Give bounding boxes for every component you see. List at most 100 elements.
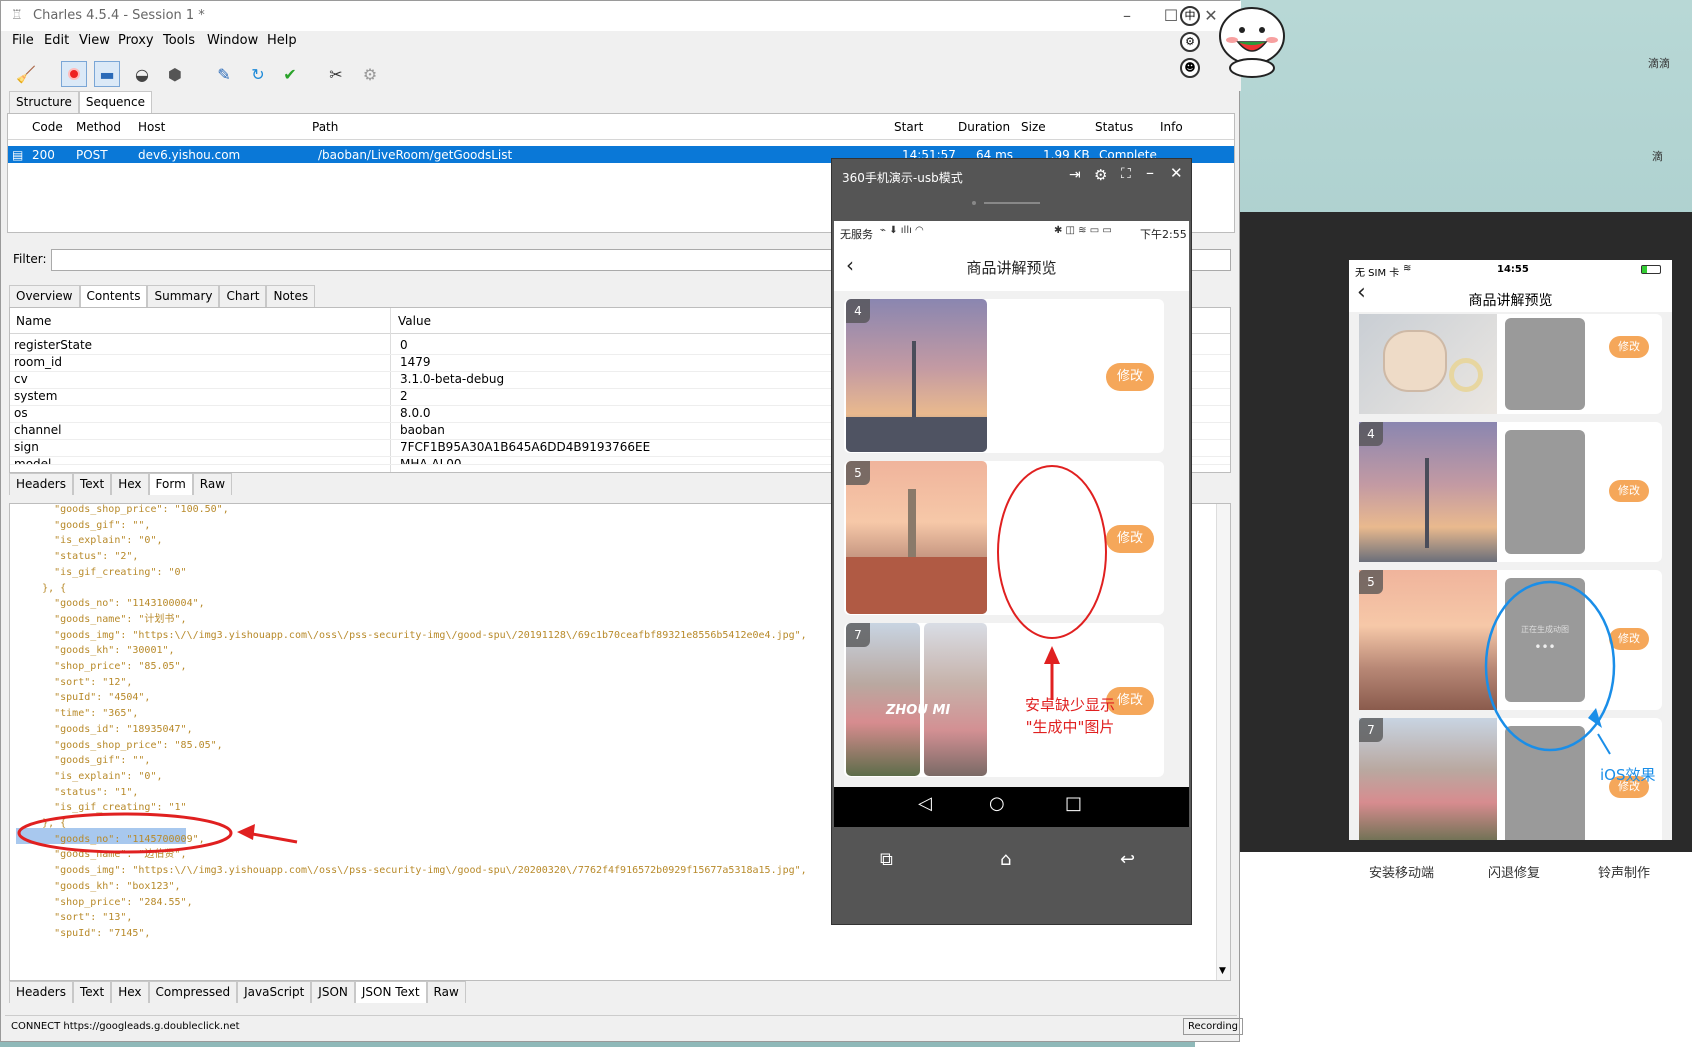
skyline-shape <box>846 417 987 452</box>
col-duration[interactable]: Duration <box>958 120 1010 134</box>
ime-settings-icon[interactable]: ⚙ <box>1180 32 1200 52</box>
menu-view[interactable]: View <box>79 33 110 48</box>
tab-req-headers[interactable]: Headers <box>9 473 73 495</box>
tab-summary[interactable]: Summary <box>147 285 220 307</box>
goods-card[interactable]: 4 修改 <box>1359 422 1662 562</box>
scrollbar[interactable]: ▼ <box>1216 504 1230 980</box>
ime-skin-icon[interactable]: ☻ <box>1180 58 1200 78</box>
tab-overview[interactable]: Overview <box>9 285 80 307</box>
return-icon[interactable]: ↩ <box>1120 849 1135 870</box>
menu-help[interactable]: Help <box>267 33 297 48</box>
tools-icon[interactable]: ✂ <box>323 61 349 87</box>
col-start[interactable]: Start <box>894 120 923 134</box>
col-value[interactable]: Value <box>398 314 431 328</box>
tab-resp-compressed[interactable]: Compressed <box>148 981 238 1003</box>
col-code[interactable]: Code <box>32 120 63 134</box>
page-title: 商品讲解预览 <box>1468 293 1553 309</box>
goods-image: 5 <box>846 461 987 614</box>
tab-req-text[interactable]: Text <box>72 473 112 495</box>
android-navbar-top: ‹ 商品讲解预览 <box>834 245 1189 291</box>
android-annotation-text: 安卓缺少显示 "生成中"图片 <box>1010 694 1130 738</box>
recording-indicator[interactable]: Recording <box>1183 1018 1244 1035</box>
col-status[interactable]: Status <box>1095 120 1133 134</box>
table-header: Code Method Host Path Start Duration Siz… <box>8 114 1234 140</box>
turtle-icon[interactable]: ◒ <box>129 61 155 87</box>
menu-proxy[interactable]: Proxy <box>118 33 154 48</box>
tab-chart[interactable]: Chart <box>219 285 267 307</box>
kv-name: registerState <box>14 338 93 352</box>
tab-resp-json[interactable]: JSON <box>311 981 355 1003</box>
desktop-icon-label[interactable]: 滴 <box>1652 148 1663 164</box>
edit-button[interactable]: 修改 <box>1609 480 1649 502</box>
gear-icon[interactable]: ⚙ <box>1094 166 1107 184</box>
link-ringtone[interactable]: 铃声制作 <box>1598 862 1650 881</box>
tab-structure[interactable]: Structure <box>9 91 79 113</box>
edit-button[interactable]: 修改 <box>1609 336 1649 358</box>
col-host[interactable]: Host <box>138 120 165 134</box>
link-install-mobile[interactable]: 安装移动端 <box>1369 862 1434 881</box>
tab-req-hex[interactable]: Hex <box>111 473 149 495</box>
fullscreen-icon[interactable]: ⛶ <box>1121 166 1131 182</box>
refresh-icon[interactable]: ↻ <box>245 61 271 87</box>
json-line: "is_explain": "0", <box>18 770 163 782</box>
android-nav-bar: ◁ ○ □ <box>834 787 1189 827</box>
maximize-icon[interactable]: ☐ <box>1161 6 1181 26</box>
detail-tabs: Overview Contents Summary Chart Notes <box>9 285 316 307</box>
tab-resp-hex[interactable]: Hex <box>111 981 149 1003</box>
tab-resp-headers[interactable]: Headers <box>9 981 73 1003</box>
col-name[interactable]: Name <box>16 314 51 328</box>
kv-name: os <box>14 406 28 420</box>
record-icon[interactable] <box>61 61 87 87</box>
gif-placeholder <box>1505 318 1585 410</box>
tab-resp-json-text[interactable]: JSON Text <box>354 981 427 1003</box>
tab-resp-text[interactable]: Text <box>72 981 112 1003</box>
exit-icon[interactable]: ⇥ <box>1069 167 1081 183</box>
col-size[interactable]: Size <box>1021 120 1046 134</box>
settings-icon[interactable]: ⚙ <box>357 61 383 87</box>
tab-req-form[interactable]: Form <box>148 473 193 495</box>
minimize-icon[interactable]: – <box>1146 163 1154 182</box>
rooftops-shape <box>846 557 987 614</box>
broom-icon[interactable]: 🧹 <box>13 61 39 87</box>
menu-tools[interactable]: Tools <box>163 33 195 48</box>
close-icon[interactable]: ✕ <box>1170 164 1183 182</box>
check-icon[interactable]: ✔ <box>277 61 303 87</box>
recent-apps-icon[interactable]: ⧉ <box>880 849 893 870</box>
json-line: "goods_id": "18935047", <box>18 723 193 735</box>
menu-window[interactable]: Window <box>207 33 258 48</box>
background-app-footer: 安装移动端 闪退修复 铃声制作 <box>1195 852 1692 1047</box>
edit-button[interactable]: 修改 <box>1106 525 1154 553</box>
tab-contents[interactable]: Contents <box>79 285 148 307</box>
menu-file[interactable]: File <box>12 33 34 48</box>
desktop-icon-label[interactable]: 滴滴 <box>1648 55 1670 71</box>
tab-resp-javascript[interactable]: JavaScript <box>237 981 312 1003</box>
minimize-icon[interactable]: – <box>1117 6 1137 26</box>
col-info[interactable]: Info <box>1160 120 1183 134</box>
tab-sequence[interactable]: Sequence <box>78 91 153 113</box>
json-line: "status": "2", <box>18 551 139 563</box>
throttle-icon[interactable]: ▬ <box>94 61 120 87</box>
menu-edit[interactable]: Edit <box>44 33 69 48</box>
tab-resp-raw[interactable]: Raw <box>426 981 466 1003</box>
link-crash-fix[interactable]: 闪退修复 <box>1488 862 1540 881</box>
edit-button[interactable]: 修改 <box>1106 363 1154 391</box>
col-path[interactable]: Path <box>312 120 338 134</box>
home-icon[interactable]: ⌂ <box>1000 849 1011 870</box>
stop-icon[interactable]: ⬢ <box>162 61 188 87</box>
goods-card[interactable]: 4 修改 <box>844 299 1164 453</box>
pen-icon[interactable]: ✎ <box>211 61 237 87</box>
nav-back-icon[interactable]: ◁ <box>918 793 932 814</box>
chevron-down-icon[interactable]: ▼ <box>1219 966 1226 976</box>
nav-home-icon[interactable]: ○ <box>989 793 1005 814</box>
kv-value: 8.0.0 <box>400 406 431 420</box>
nav-recent-icon[interactable]: □ <box>1065 793 1082 814</box>
statusbar-time: 下午2:55 <box>1140 228 1187 241</box>
col-method[interactable]: Method <box>76 120 121 134</box>
ime-icon[interactable]: 中 <box>1180 6 1200 26</box>
json-line: "is_explain": "0", <box>18 535 163 547</box>
app-icon: ♖ <box>11 8 23 23</box>
tab-req-raw[interactable]: Raw <box>192 473 233 495</box>
goods-card[interactable]: 修改 <box>1359 314 1662 414</box>
tower-shape <box>1425 458 1429 548</box>
tab-notes[interactable]: Notes <box>266 285 316 307</box>
